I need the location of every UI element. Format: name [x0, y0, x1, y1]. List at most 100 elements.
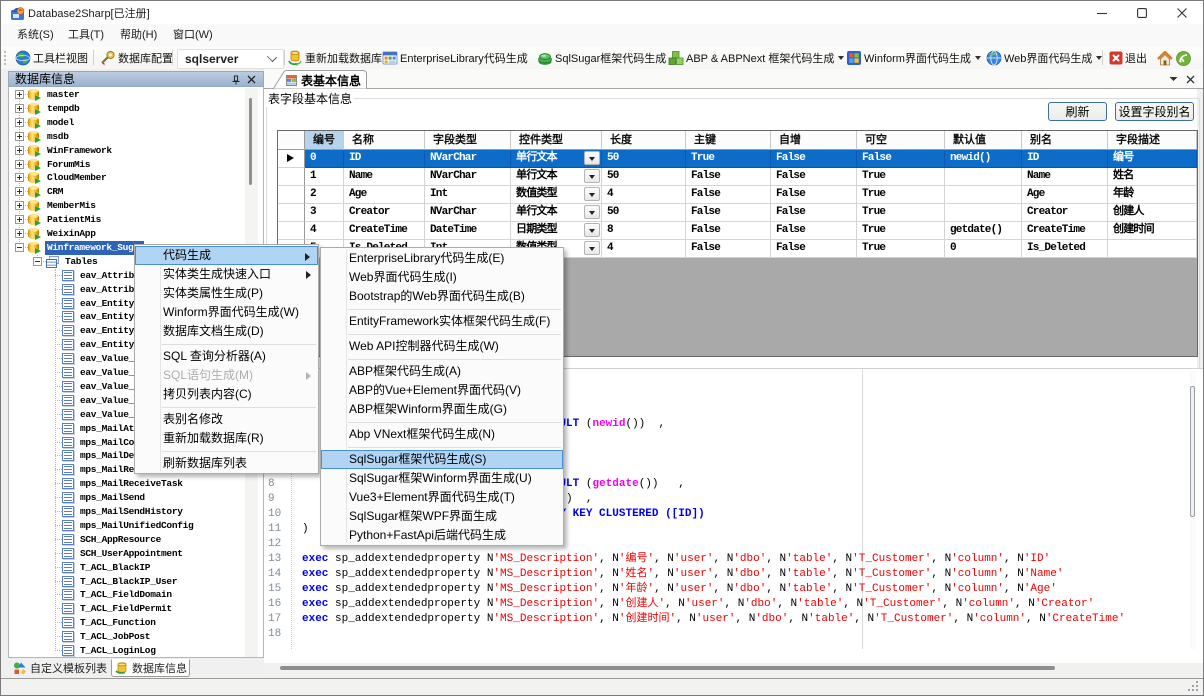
tree-item-mps_MailReceiveTask[interactable]: mps_MailReceiveTask — [9, 477, 263, 491]
grid-cell[interactable]: Age — [344, 186, 425, 204]
grid-cell[interactable]: 单行文本 — [511, 168, 602, 186]
tree-item-mps_MailSendHistory[interactable]: mps_MailSendHistory — [9, 505, 263, 519]
grid-cell[interactable]: False — [686, 168, 771, 186]
grid-cell[interactable]: 50 — [602, 204, 686, 222]
toolbar-web-button[interactable]: Web界面代码生成 — [986, 47, 1102, 69]
column-header-3[interactable]: 字段类型 — [425, 131, 511, 150]
column-header-8[interactable]: 可空 — [857, 131, 945, 150]
tab-close-icon[interactable] — [1186, 75, 1195, 84]
grid-cell[interactable]: ID — [1022, 150, 1108, 168]
tree-item-T_ACL_Function[interactable]: T_ACL_Function — [9, 616, 263, 630]
menubar-item-1[interactable]: 系统(S) — [17, 24, 54, 47]
context-menu-item-3[interactable]: 实体类属性生成(P) — [135, 284, 318, 303]
code-horizontal-scrollbar[interactable] — [264, 663, 1203, 678]
grid-cell[interactable] — [945, 204, 1022, 222]
grid-cell[interactable]: 3 — [305, 204, 344, 222]
cell-dropdown-button[interactable] — [584, 187, 600, 201]
submenu-item-3[interactable]: Bootstrap的Web界面代码生成(B) — [321, 287, 563, 306]
grid-cell[interactable]: 单行文本 — [511, 150, 602, 168]
grid-cell[interactable]: 数值类型 — [511, 186, 602, 204]
context-menu-item-5[interactable]: 数据库文档生成(D) — [135, 322, 318, 341]
submenu-item-5[interactable]: EntityFramework实体框架代码生成(F) — [321, 312, 563, 331]
context-menu-item-1[interactable]: 代码生成 — [135, 246, 318, 265]
grid-cell[interactable]: False — [771, 150, 857, 168]
cell-dropdown-button[interactable] — [584, 169, 600, 183]
submenu-item-9[interactable]: ABP框架代码生成(A) — [321, 362, 563, 381]
resize-grip[interactable] — [1188, 681, 1200, 693]
column-header-5[interactable]: 长度 — [602, 131, 686, 150]
tree-scrollbar-thumb[interactable] — [249, 98, 252, 185]
tree-item-SCH_UserAppointment[interactable]: SCH_UserAppointment — [9, 547, 263, 561]
toolbar-view-button[interactable]: 工具栏视图 — [15, 47, 88, 69]
toolbar-dbconfig-button[interactable]: 数据库配置 — [100, 47, 173, 69]
grid-cell[interactable]: NVarChar — [425, 150, 511, 168]
column-header-2[interactable]: 名称 — [344, 131, 425, 150]
grid-cell[interactable]: True — [857, 222, 945, 240]
grid-cell[interactable]: newid() — [945, 150, 1022, 168]
tree-item-msdb[interactable]: msdb — [9, 130, 263, 144]
row-selector[interactable] — [278, 186, 305, 204]
refresh-button[interactable]: 刷新 — [1048, 102, 1107, 121]
grid-cell[interactable]: 姓名 — [1108, 168, 1197, 186]
tree-item-SCH_AppResource[interactable]: SCH_AppResource — [9, 533, 263, 547]
grid-cell[interactable]: True — [857, 186, 945, 204]
tree-item-CRM[interactable]: CRM — [9, 185, 263, 199]
grid-cell[interactable]: False — [686, 186, 771, 204]
code-vertical-scrollbar[interactable] — [1190, 371, 1196, 649]
toolbar-reload-button[interactable]: 重新加载数据库 — [287, 47, 382, 69]
submenu-item-10[interactable]: ABP的Vue+Element界面代码(V) — [321, 381, 563, 400]
grid-cell[interactable]: True — [857, 168, 945, 186]
tab-table-basic-info-content[interactable]: 表基本信息 — [286, 72, 361, 88]
submenu-item-19[interactable]: Python+FastApi后端代码生成 — [321, 526, 563, 545]
expand-plus-box[interactable] — [15, 118, 24, 127]
expand-plus-box[interactable] — [15, 146, 24, 155]
grid-cell[interactable]: 0 — [305, 150, 344, 168]
context-menu-item-2[interactable]: 实体类生成快速入口 — [135, 265, 318, 284]
grid-cell[interactable]: CreateTime — [1022, 222, 1108, 240]
column-header-11[interactable]: 字段描述 — [1108, 131, 1197, 150]
toolbar-home-button[interactable] — [1157, 47, 1173, 69]
grid-cell[interactable]: 4 — [305, 222, 344, 240]
collapse-minus-box[interactable] — [15, 243, 24, 252]
grid-cell[interactable]: DateTime — [425, 222, 511, 240]
tree-item-WinFramework[interactable]: WinFramework — [9, 144, 263, 158]
grid-cell[interactable]: True — [857, 204, 945, 222]
grid-cell[interactable]: ID — [344, 150, 425, 168]
context-menu-item-8[interactable]: SQL语句生成(M) — [135, 366, 318, 385]
context-menu-item-11[interactable]: 表别名修改 — [135, 410, 318, 429]
submenu-item-18[interactable]: SqlSugar框架WPF界面生成 — [321, 507, 563, 526]
pin-icon[interactable] — [231, 75, 241, 85]
submenu-item-7[interactable]: Web API控制器代码生成(W) — [321, 337, 563, 356]
context-menu-item-14[interactable]: 刷新数据库列表 — [135, 454, 318, 473]
tree-item-mps_MailUnifiedConfig[interactable]: mps_MailUnifiedConfig — [9, 519, 263, 533]
grid-cell[interactable] — [945, 168, 1022, 186]
grid-cell[interactable] — [1108, 240, 1197, 258]
maximize-button[interactable] — [1122, 1, 1162, 24]
tree-item-mps_MailSend[interactable]: mps_MailSend — [9, 491, 263, 505]
cell-dropdown-button[interactable] — [584, 205, 600, 219]
set-field-alias-button[interactable]: 设置字段别名 — [1115, 102, 1194, 121]
tree-item-T_ACL_LoginLog[interactable]: T_ACL_LoginLog — [9, 644, 263, 658]
grid-cell[interactable]: False — [857, 150, 945, 168]
context-menu-item-9[interactable]: 拷贝列表内容(C) — [135, 385, 318, 404]
toolbar-blog-button[interactable] — [1176, 47, 1191, 69]
grid-cell[interactable]: Age — [1022, 186, 1108, 204]
expand-plus-box[interactable] — [15, 201, 24, 210]
expand-plus-box[interactable] — [15, 173, 24, 182]
code-vscroll-thumb[interactable] — [1190, 386, 1195, 517]
grid-cell[interactable]: NVarChar — [425, 204, 511, 222]
tree-item-model[interactable]: model — [9, 116, 263, 130]
database-type-combobox[interactable]: sqlserver — [177, 49, 284, 69]
grid-cell[interactable]: 0 — [945, 240, 1022, 258]
grid-cell[interactable]: 50 — [602, 150, 686, 168]
grid-cell[interactable]: Name — [1022, 168, 1108, 186]
grid-cell[interactable]: False — [771, 168, 857, 186]
grid-cell[interactable]: 创建时间 — [1108, 222, 1197, 240]
grid-cell[interactable]: 8 — [602, 222, 686, 240]
grid-cell[interactable]: Name — [344, 168, 425, 186]
expand-plus-box[interactable] — [15, 132, 24, 141]
grid-cell[interactable]: False — [686, 240, 771, 258]
dock-tab-1[interactable]: 自定义模板列表 — [10, 659, 110, 677]
grid-cell[interactable]: True — [857, 240, 945, 258]
expand-plus-box[interactable] — [15, 160, 24, 169]
